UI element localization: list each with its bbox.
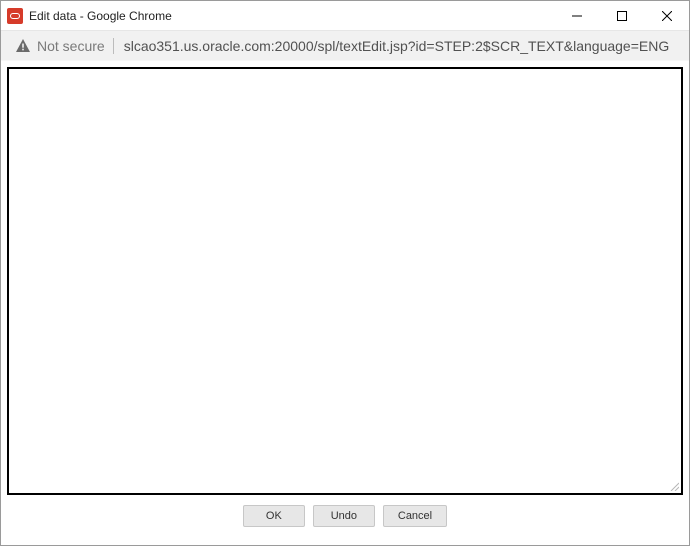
ok-button[interactable]: OK	[243, 505, 305, 527]
window-controls	[554, 1, 689, 30]
button-row: OK Undo Cancel	[7, 495, 683, 539]
editor-frame	[7, 67, 683, 495]
oracle-app-icon	[7, 8, 23, 24]
url-bar[interactable]: Not secure slcao351.us.oracle.com:20000/…	[1, 31, 689, 61]
minimize-button[interactable]	[554, 1, 599, 30]
minimize-icon	[572, 11, 582, 21]
close-icon	[662, 11, 672, 21]
close-button[interactable]	[644, 1, 689, 30]
page-content: OK Undo Cancel	[1, 61, 689, 545]
url-text: slcao351.us.oracle.com:20000/spl/textEdi…	[124, 38, 670, 54]
titlebar: Edit data - Google Chrome	[1, 1, 689, 31]
maximize-icon	[617, 11, 627, 21]
cancel-button[interactable]: Cancel	[383, 505, 447, 527]
undo-button[interactable]: Undo	[313, 505, 375, 527]
browser-window: Edit data - Google Chrome Not secure slc…	[0, 0, 690, 546]
window-title: Edit data - Google Chrome	[29, 9, 172, 23]
text-editor[interactable]	[9, 69, 681, 493]
url-separator	[113, 38, 114, 54]
maximize-button[interactable]	[599, 1, 644, 30]
security-label: Not secure	[37, 38, 105, 54]
not-secure-icon	[15, 38, 31, 54]
